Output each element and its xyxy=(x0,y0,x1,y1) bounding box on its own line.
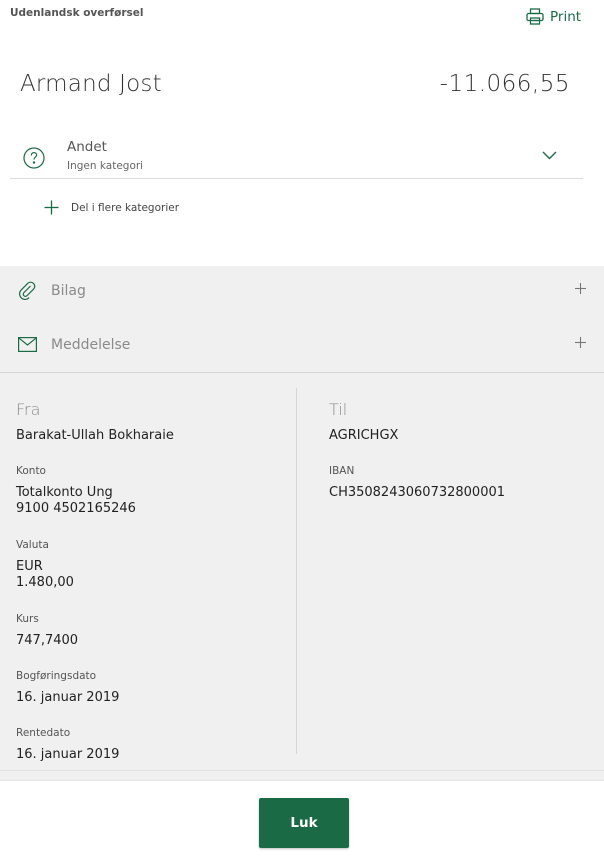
sender-name: Barakat-Ullah Bokharaie xyxy=(16,428,174,443)
transaction-summary: Udenlandsk overførsel Print Armand Jost … xyxy=(0,0,604,266)
page-subtitle: Udenlandsk overførsel xyxy=(10,7,144,19)
printer-icon xyxy=(526,8,544,25)
chevron-down-icon xyxy=(542,151,557,160)
sender-details: Fra Barakat-Ullah Bokharaie Konto Totalk… xyxy=(16,400,174,763)
currency-code: EUR xyxy=(16,559,43,574)
message-label: Meddelelse xyxy=(51,337,131,353)
to-heading: Til xyxy=(329,400,348,419)
expand-plus-icon xyxy=(575,337,586,348)
panel-bottom-divider xyxy=(0,770,604,771)
category-selector[interactable]: Andet Ingen kategori xyxy=(10,132,583,179)
envelope-icon xyxy=(18,337,37,352)
rate-label: Kurs xyxy=(16,613,39,625)
message-section[interactable]: Meddelelse xyxy=(0,320,604,374)
column-divider xyxy=(296,388,297,754)
account-label: Konto xyxy=(16,465,46,477)
section-divider xyxy=(0,372,604,373)
attachments-label: Bilag xyxy=(51,283,86,299)
split-category-button[interactable]: Del i flere kategorier xyxy=(44,200,179,215)
plus-icon xyxy=(44,200,59,215)
attachments-section[interactable]: Bilag xyxy=(0,266,604,320)
iban-label: IBAN xyxy=(329,465,355,477)
details-panel: Bilag Meddelelse Fra Barakat-Ullah Bokha… xyxy=(0,266,604,780)
counterparty-name: Armand Jost xyxy=(20,71,162,97)
split-category-label: Del i flere kategorier xyxy=(71,201,180,214)
category-title: Andet xyxy=(67,139,107,155)
paperclip-icon xyxy=(18,281,36,300)
interest-date: 16. januar 2019 xyxy=(16,747,120,762)
currency-amount: 1.480,00 xyxy=(16,575,74,590)
transaction-amount: -11.066,55 xyxy=(439,71,570,97)
booking-date-label: Bogføringsdato xyxy=(16,670,97,682)
exchange-rate: 747,7400 xyxy=(16,633,79,648)
from-heading: Fra xyxy=(16,400,41,419)
recipient-iban: CH3508243060732800001 xyxy=(329,485,506,500)
print-button[interactable]: Print xyxy=(526,8,581,25)
booking-date: 16. januar 2019 xyxy=(16,690,120,705)
question-circle-icon xyxy=(23,147,45,169)
account-number: 9100 4502165246 xyxy=(16,501,136,516)
print-label: Print xyxy=(550,8,582,25)
expand-plus-icon xyxy=(575,283,586,294)
dialog-footer: Luk xyxy=(0,780,604,863)
close-button[interactable]: Luk xyxy=(259,798,349,848)
recipient-details: Til AGRICHGX IBAN CH3508243060732800001 xyxy=(329,400,505,501)
account-name: Totalkonto Ung xyxy=(16,485,113,500)
interest-date-label: Rentedato xyxy=(16,727,71,739)
currency-label: Valuta xyxy=(16,539,49,551)
category-subtitle: Ingen kategori xyxy=(67,160,144,172)
recipient-bic: AGRICHGX xyxy=(329,428,399,443)
